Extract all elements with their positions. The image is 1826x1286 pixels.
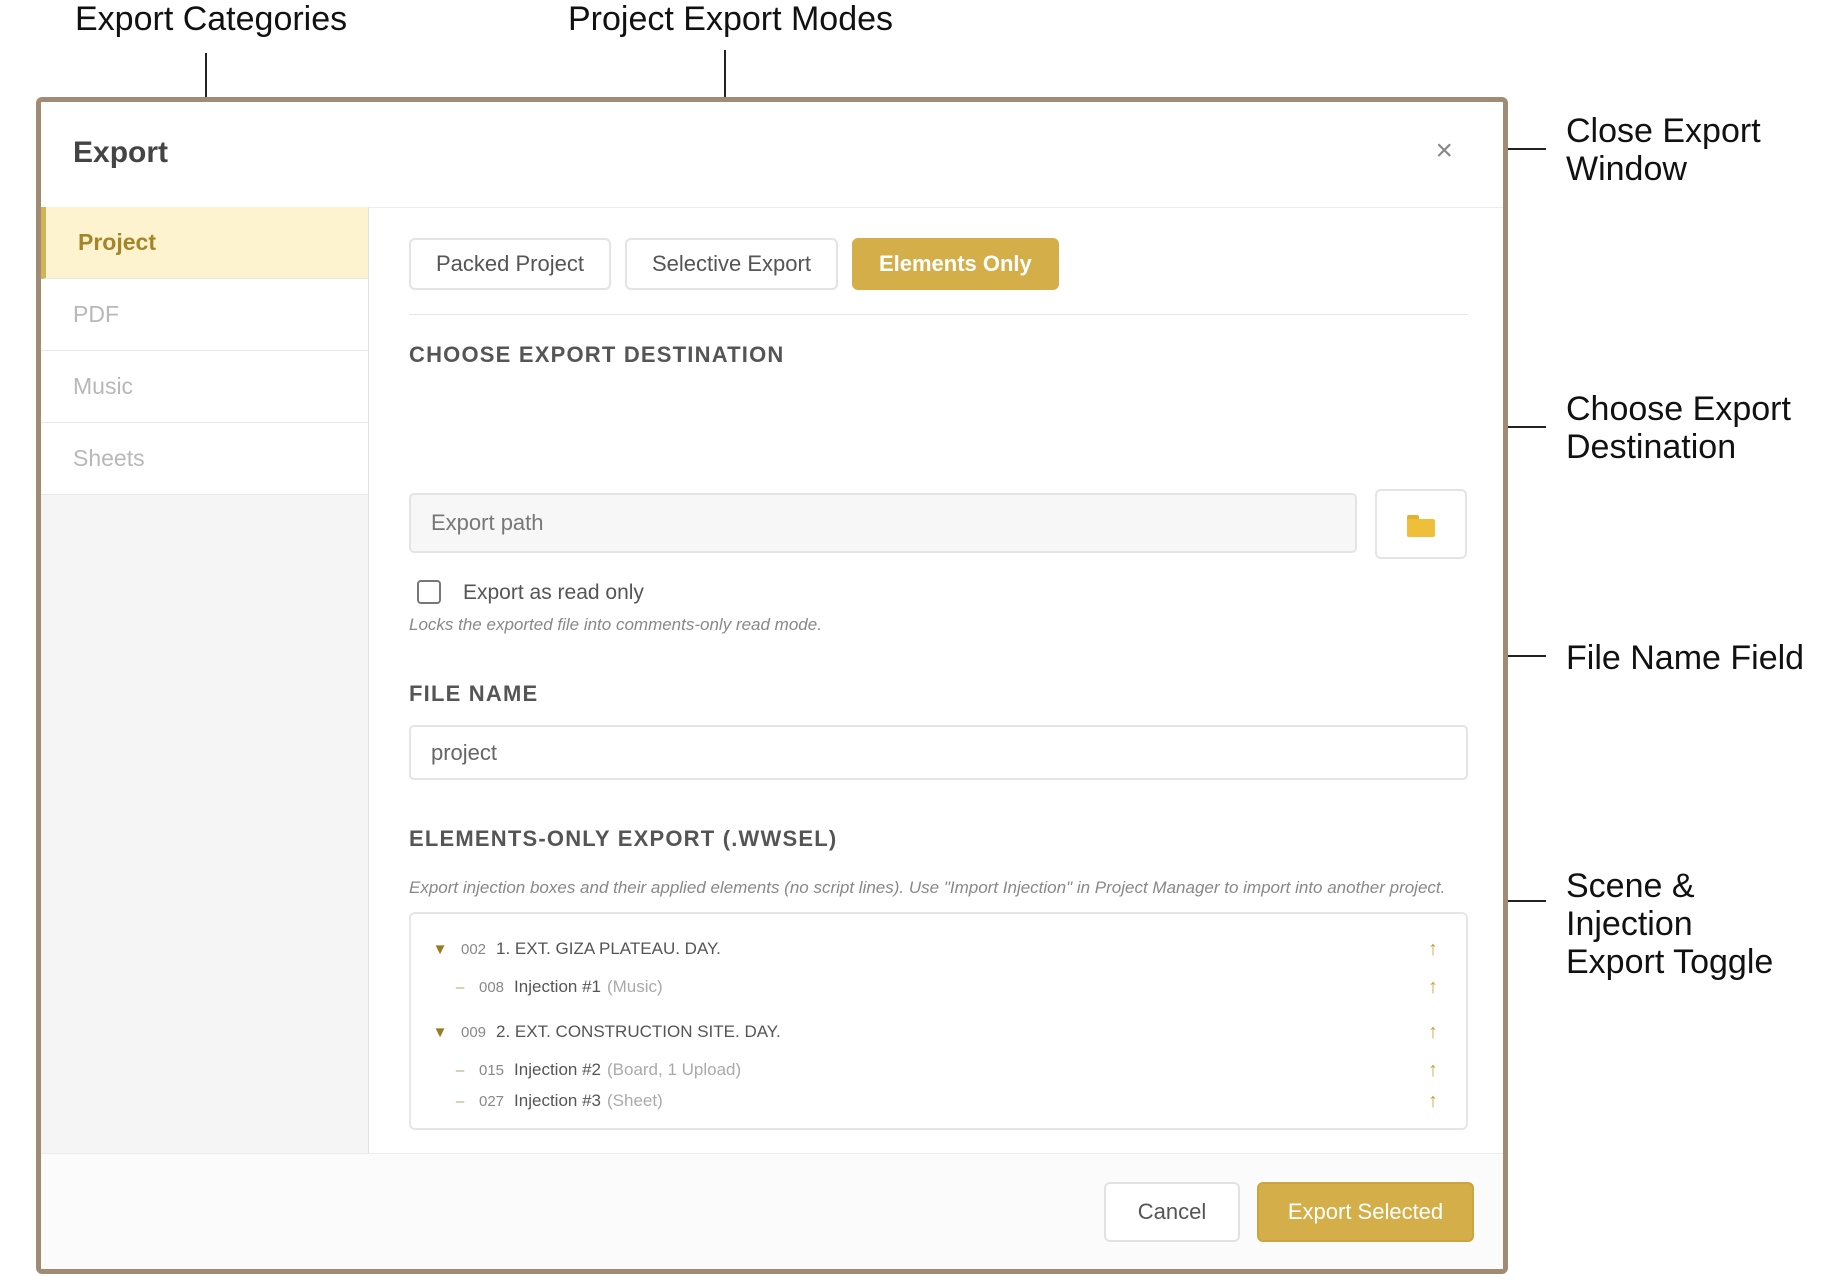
injection-name: Injection #3	[514, 1091, 601, 1110]
injection-meta: (Sheet)	[606, 1091, 663, 1110]
file-name-section-title: FILE NAME	[409, 681, 539, 706]
close-icon[interactable]: ×	[1435, 136, 1453, 166]
tab-selective-export[interactable]: Selective Export	[624, 238, 838, 290]
folder-icon	[1407, 515, 1435, 537]
read-only-checkbox[interactable]	[417, 580, 441, 604]
injection-row[interactable]: – 008 Injection #1 (Music) ↑	[411, 973, 1466, 1001]
dialog-header: Export ×	[41, 102, 1503, 208]
scene-title: 1. EXT. GIZA PLATEAU. DAY.	[496, 939, 721, 958]
destination-section-title: CHOOSE EXPORT DESTINATION	[409, 342, 785, 367]
export-dialog: Export × Project PDF Music Sheets Packed…	[36, 97, 1508, 1274]
injection-row[interactable]: – 027 Injection #3 (Sheet) ↑	[411, 1087, 1466, 1115]
divider	[409, 314, 1468, 315]
annotation-choose-export-destination: Choose Export Destination	[1566, 390, 1791, 466]
export-mode-tabs: Packed Project Selective Export Elements…	[409, 238, 1059, 290]
choose-folder-button[interactable]	[1375, 489, 1467, 559]
scene-number: 009	[461, 1023, 487, 1041]
expand-triangle-icon[interactable]: ▼	[431, 941, 449, 958]
annotation-close-export-window: Close Export Window	[1566, 112, 1761, 188]
scene-row[interactable]: ▼ 002 1. EXT. GIZA PLATEAU. DAY. ↑	[411, 935, 1466, 963]
dialog-footer: Cancel Export Selected	[41, 1153, 1503, 1269]
read-only-label: Export as read only	[463, 581, 644, 604]
file-name-field[interactable]: project	[409, 725, 1468, 780]
annotation-file-name-field: File Name Field	[1566, 639, 1805, 677]
scene-title: 2. EXT. CONSTRUCTION SITE. DAY.	[496, 1022, 781, 1041]
injection-name: Injection #2	[514, 1060, 601, 1079]
scene-row[interactable]: ▼ 009 2. EXT. CONSTRUCTION SITE. DAY. ↑	[411, 1018, 1466, 1046]
export-toggle-icon[interactable]: ↑	[1428, 1059, 1438, 1082]
injection-row[interactable]: – 015 Injection #2 (Board, 1 Upload) ↑	[411, 1056, 1466, 1084]
tab-elements-only[interactable]: Elements Only	[851, 238, 1059, 290]
injection-number: 027	[479, 1092, 505, 1110]
read-only-hint: Locks the exported file into comments-on…	[409, 615, 822, 634]
export-toggle-icon[interactable]: ↑	[1428, 938, 1438, 961]
export-toggle-icon[interactable]: ↑	[1428, 1090, 1438, 1113]
annotation-export-categories: Export Categories	[75, 0, 348, 38]
annotation-scene-injection-toggle: Scene & Injection Export Toggle	[1566, 867, 1774, 981]
export-selected-button[interactable]: Export Selected	[1257, 1182, 1474, 1242]
sidebar-item-pdf[interactable]: PDF	[41, 279, 368, 351]
sidebar-item-music[interactable]: Music	[41, 351, 368, 423]
injection-meta: (Music)	[606, 977, 663, 996]
tab-packed-project[interactable]: Packed Project	[409, 238, 611, 290]
injection-number: 015	[479, 1061, 505, 1079]
expand-triangle-icon[interactable]: ▼	[431, 1024, 449, 1041]
injection-name: Injection #1	[514, 977, 601, 996]
export-toggle-icon[interactable]: ↑	[1428, 1021, 1438, 1044]
scene-injection-tree: ▼ 002 1. EXT. GIZA PLATEAU. DAY. ↑ – 008…	[409, 912, 1468, 1130]
sidebar-item-sheets[interactable]: Sheets	[41, 423, 368, 495]
export-toggle-icon[interactable]: ↑	[1428, 976, 1438, 999]
export-path-input[interactable]: Export path	[409, 493, 1357, 553]
elements-export-section-title: ELEMENTS-ONLY EXPORT (.WWSEL)	[409, 826, 838, 851]
injection-number: 008	[479, 978, 505, 996]
branch-dash: –	[455, 978, 465, 996]
export-categories-sidebar: Project PDF Music Sheets	[41, 207, 369, 1154]
branch-dash: –	[455, 1061, 465, 1079]
branch-dash: –	[455, 1092, 465, 1110]
annotation-project-export-modes: Project Export Modes	[568, 0, 894, 38]
sidebar-item-project[interactable]: Project	[41, 207, 368, 279]
injection-meta: (Board, 1 Upload)	[606, 1060, 742, 1079]
scene-number: 002	[461, 940, 487, 958]
elements-export-description: Export injection boxes and their applied…	[409, 878, 1446, 897]
dialog-title: Export	[73, 136, 169, 169]
cancel-button[interactable]: Cancel	[1104, 1182, 1240, 1242]
